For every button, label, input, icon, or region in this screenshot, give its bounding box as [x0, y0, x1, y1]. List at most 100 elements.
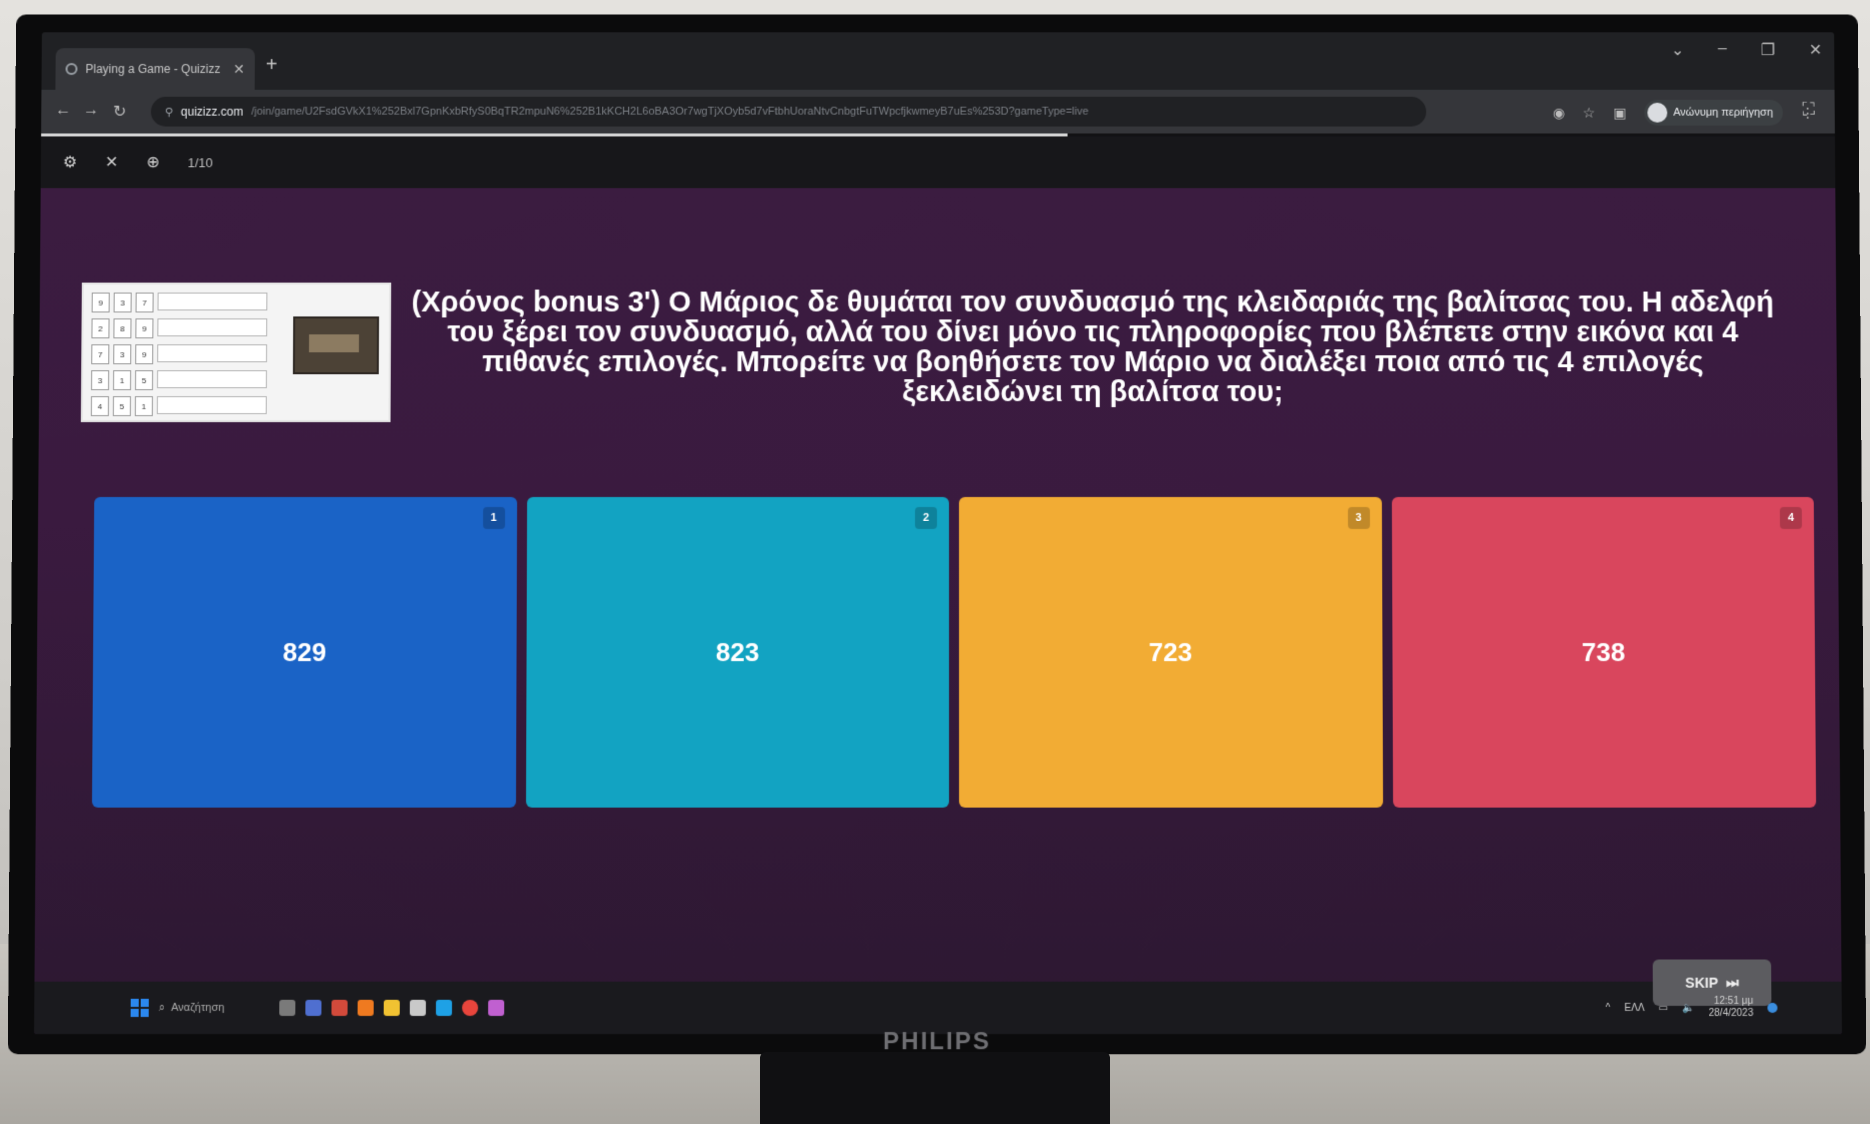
chrome-icon[interactable] — [462, 999, 479, 1016]
quiz-stage: 9 3 7 2 8 9 7 3 9 3 1 5 4 5 1 (Χρόνος bo… — [34, 188, 1842, 1035]
reload-icon[interactable]: ↻ — [113, 102, 126, 122]
answer-option-3[interactable]: 3 723 — [958, 497, 1383, 808]
answer-option-1[interactable]: 1 829 — [91, 497, 517, 808]
network-icon[interactable]: ▭ — [1659, 1002, 1669, 1013]
option-number: 3 — [1347, 507, 1370, 530]
volume-icon[interactable]: 🔈 — [1682, 1002, 1695, 1013]
profile-label: Ανώνυμη περιήγηση — [1673, 106, 1773, 119]
option-text: 823 — [715, 636, 760, 667]
question-text: (Χρόνος bonus 3') Ο Μάριος δε θυμάται το… — [411, 286, 1774, 409]
clue-row: 3 1 5 — [91, 370, 267, 391]
app-icon[interactable] — [331, 999, 348, 1016]
fullscreen-icon[interactable]: ⛶ — [1802, 99, 1815, 120]
address-bar: ← → ↻ ⚲ quizizz.com /join/game/U2FsdGVkX… — [41, 89, 1835, 134]
clue-digit: 5 — [134, 370, 154, 391]
option-text: 738 — [1581, 636, 1626, 667]
system-tray: ^ ΕΛΛ ▭ 🔈 12:51 μμ 28/4/2023 — [1605, 982, 1778, 1034]
clue-digit: 1 — [134, 396, 153, 417]
windows-taskbar: ⌕ Αναζήτηση SKIP ⏭ ^ ΕΛΛ ▭ 🔈 12:51 μμ 28… — [34, 959, 1842, 1035]
option-text: 829 — [282, 636, 327, 667]
app-icon[interactable] — [488, 999, 505, 1016]
task-view-icon[interactable] — [279, 999, 296, 1016]
clock-time: 12:51 μμ — [1713, 995, 1754, 1007]
option-number: 4 — [1779, 507, 1802, 530]
url-path: /join/game/U2FsdGVkX1%252Bxl7GpnKxbRfyS0… — [251, 105, 1089, 118]
clue-row: 4 5 1 — [90, 396, 267, 417]
clue-digit: 9 — [135, 344, 154, 365]
profile-button[interactable]: Ανώνυμη περιήγηση — [1644, 99, 1783, 126]
file-explorer-icon[interactable] — [383, 999, 400, 1016]
clue-digit: 9 — [135, 318, 154, 339]
clue-digit: 7 — [91, 344, 110, 365]
taskbar-search[interactable]: ⌕ Αναζήτηση — [159, 1001, 270, 1014]
restore-icon[interactable]: ❐ — [1761, 40, 1775, 60]
tab-title: Playing a Game - Quizizz — [85, 62, 221, 76]
back-icon[interactable]: ← — [55, 102, 71, 120]
app-icon[interactable] — [409, 999, 426, 1016]
notification-icon[interactable] — [1767, 1002, 1778, 1013]
minimize-icon[interactable]: – — [1718, 40, 1727, 60]
clue-digit: 8 — [113, 318, 132, 339]
clue-row: 2 8 9 — [91, 318, 268, 339]
clue-hint — [157, 318, 268, 337]
taskbar-search-label: Αναζήτηση — [170, 1001, 225, 1014]
option-text: 723 — [1148, 636, 1193, 667]
clue-digit: 3 — [113, 344, 132, 365]
clue-hint — [157, 292, 268, 311]
monitor: Playing a Game - Quizizz ✕ + ⌄ – ❐ ✕ ← →… — [7, 14, 1867, 1055]
clue-digit: 1 — [113, 370, 132, 391]
clue-hint — [156, 396, 267, 415]
side-panel-icon[interactable]: ▣ — [1613, 104, 1626, 121]
bookmark-star-icon[interactable]: ☆ — [1583, 104, 1596, 121]
windows-start-icon[interactable] — [130, 998, 149, 1017]
new-tab-icon[interactable]: + — [266, 54, 278, 77]
question-image[interactable]: 9 3 7 2 8 9 7 3 9 3 1 5 4 5 1 — [80, 282, 392, 423]
url-host: quizizz.com — [180, 104, 244, 119]
tab-bar: Playing a Game - Quizizz ✕ + ⌄ – ❐ ✕ — [41, 32, 1835, 90]
clue-hint — [156, 370, 267, 389]
answer-option-2[interactable]: 2 823 — [525, 497, 950, 808]
tray-chevron-icon[interactable]: ^ — [1606, 1002, 1611, 1013]
quiz-toolbar: ⚙ ✕ ⊕ 1/10 ⛶ — [40, 99, 1836, 189]
window-controls: ⌄ – ❐ ✕ — [1671, 40, 1823, 60]
chevron-down-icon[interactable]: ⌄ — [1671, 40, 1684, 60]
search-icon: ⌕ — [158, 1001, 166, 1014]
clue-digit: 4 — [90, 396, 109, 417]
option-number: 2 — [915, 507, 937, 530]
clue-row: 9 3 7 — [91, 292, 268, 313]
url-field[interactable]: ⚲ quizizz.com /join/game/U2FsdGVkX1%252B… — [150, 96, 1427, 127]
app-icon[interactable] — [305, 999, 322, 1016]
clue-digit: 5 — [112, 396, 131, 417]
monitor-stand — [760, 1052, 1110, 1124]
shuffle-icon[interactable]: ✕ — [105, 152, 119, 172]
language-indicator[interactable]: ΕΛΛ — [1624, 1002, 1644, 1013]
forward-icon[interactable]: → — [83, 102, 99, 120]
avatar — [1647, 102, 1668, 123]
browser-tools: ◉ ☆ ▣ Ανώνυμη περιήγηση ⋮ — [1553, 99, 1815, 126]
quizizz-favicon-icon — [65, 63, 78, 75]
clue-hint — [157, 344, 268, 363]
zoom-icon[interactable]: ⊕ — [146, 152, 159, 172]
clue-digit: 7 — [135, 292, 154, 313]
question-counter: 1/10 — [187, 154, 213, 170]
close-icon[interactable]: ✕ — [1809, 40, 1823, 60]
firefox-icon[interactable] — [357, 999, 374, 1016]
tab-close-icon[interactable]: ✕ — [233, 61, 245, 78]
settings-gear-icon[interactable]: ⚙ — [63, 152, 77, 172]
browser-tab[interactable]: Playing a Game - Quizizz ✕ — [55, 48, 255, 90]
store-icon[interactable] — [435, 999, 453, 1016]
clock[interactable]: 12:51 μμ 28/4/2023 — [1709, 996, 1754, 1020]
clue-digit: 2 — [91, 318, 110, 339]
clue-digit: 3 — [91, 370, 110, 391]
incognito-eye-icon[interactable]: ◉ — [1553, 104, 1565, 121]
lock-dial — [308, 334, 359, 353]
answer-options: 1 829 2 823 3 723 4 738 — [91, 497, 1817, 808]
answer-option-4[interactable]: 4 738 — [1391, 497, 1817, 808]
clue-digit: 3 — [113, 292, 132, 313]
option-number: 1 — [482, 507, 505, 530]
screen: Playing a Game - Quizizz ✕ + ⌄ – ❐ ✕ ← →… — [34, 32, 1842, 1035]
clue-digit: 9 — [91, 292, 110, 313]
clue-row: 7 3 9 — [91, 344, 268, 365]
suitcase-lock-image — [292, 316, 380, 375]
site-info-icon[interactable]: ⚲ — [165, 105, 173, 118]
